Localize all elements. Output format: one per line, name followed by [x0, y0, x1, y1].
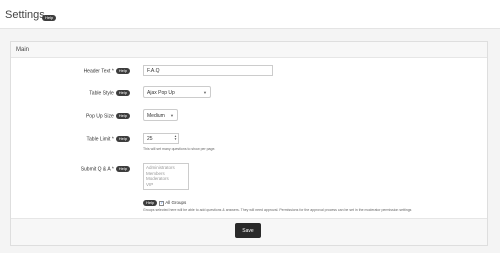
- submit-qa-groups-list[interactable]: Administrators Members Moderators VIP: [143, 163, 189, 190]
- help-badge[interactable]: Help: [42, 15, 57, 21]
- popup-size-select[interactable]: Medium ▼: [143, 109, 178, 121]
- help-badge[interactable]: Help: [115, 68, 130, 74]
- table-limit-input[interactable]: 25 ▲ ▼: [143, 133, 179, 144]
- table-limit-value: 25: [147, 136, 153, 142]
- all-groups-checkbox[interactable]: [159, 200, 165, 206]
- stepper-icon[interactable]: ▲ ▼: [174, 135, 177, 141]
- submit-qa-hint: Groups selected here will be able to add…: [143, 208, 412, 212]
- help-badge[interactable]: Help: [143, 200, 158, 206]
- top-bar: [0, 0, 500, 29]
- popup-size-label: Pop Up Size Help: [86, 113, 130, 119]
- panel-title: Main: [11, 42, 487, 58]
- popup-size-value: Medium: [147, 113, 165, 119]
- chevron-down-icon: ▼: [203, 90, 207, 95]
- help-badge[interactable]: Help: [115, 90, 130, 96]
- page-title: Settings: [5, 9, 45, 21]
- help-badge[interactable]: Help: [115, 166, 130, 172]
- table-limit-label: Table Limit * Help: [87, 136, 130, 142]
- all-groups-row: Help All Groups: [143, 200, 186, 206]
- help-badge[interactable]: Help: [115, 113, 130, 119]
- all-groups-label: All Groups: [165, 200, 187, 206]
- header-text-input[interactable]: F.A.Q: [143, 65, 273, 76]
- table-style-select[interactable]: Ajax Pop Up ▼: [143, 86, 211, 98]
- header-text-label: Header Text * Help: [84, 68, 130, 74]
- chevron-down-icon: ▼: [170, 113, 174, 118]
- table-style-value: Ajax Pop Up: [147, 90, 175, 96]
- save-button[interactable]: Save: [235, 223, 261, 238]
- submit-qa-label: Submit Q & A * Help: [81, 166, 130, 172]
- list-item[interactable]: VIP: [146, 182, 186, 188]
- help-badge[interactable]: Help: [115, 136, 130, 142]
- table-limit-hint: This will set many questions to show per…: [143, 147, 216, 151]
- table-style-label: Table Style Help: [89, 90, 130, 96]
